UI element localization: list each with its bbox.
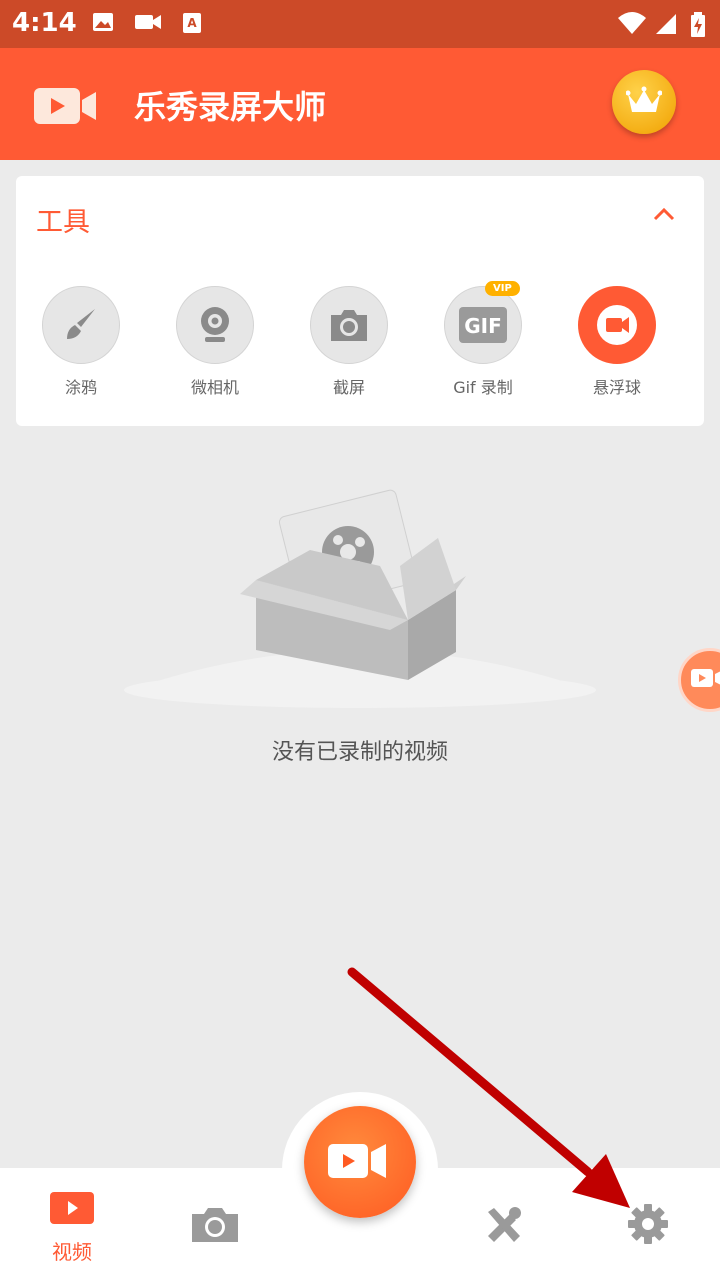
camera-icon [331, 310, 367, 341]
svg-text:A: A [187, 16, 197, 30]
settings-gear-icon [628, 1204, 668, 1244]
floating-record-icon [597, 305, 637, 345]
webcam-icon [201, 307, 229, 342]
battery-charging-icon [690, 12, 706, 42]
wifi-icon [616, 12, 648, 40]
status-time: 4:14 [12, 8, 77, 38]
tool-label: 涂鸦 [64, 378, 97, 397]
record-fab-button[interactable] [304, 1106, 416, 1218]
image-icon [92, 12, 114, 36]
crown-icon [626, 86, 662, 112]
text-icon: A [182, 12, 202, 38]
empty-box-film-icon [124, 489, 596, 708]
tools-tab-icon [488, 1207, 521, 1242]
nav-tab-settings[interactable] [626, 1202, 670, 1250]
tool-label: 微相机 [190, 378, 239, 397]
floating-video-icon [691, 669, 720, 687]
tool-label: 悬浮球 [592, 378, 641, 397]
nav-tab-tools[interactable] [484, 1206, 524, 1248]
nav-tab-label: 视频 [52, 1240, 92, 1264]
app-bar: 乐秀录屏大师 [0, 48, 720, 160]
tool-label: Gif 录制 [453, 378, 513, 397]
gif-icon: GIF [459, 307, 507, 343]
svg-text:GIF: GIF [464, 314, 502, 338]
tools-card: 工具 涂鸦 微相机 截屏 GIF VIP Gif 录制 悬浮球 [16, 176, 704, 426]
nav-tab-videos[interactable]: 视频 [42, 1190, 102, 1265]
signal-icon [654, 12, 678, 40]
brush-icon [67, 309, 95, 339]
vip-badge: VIP [485, 281, 520, 296]
tool-label: 截屏 [332, 378, 365, 397]
video-tab-icon [50, 1192, 94, 1224]
camera-tab-icon [192, 1208, 238, 1242]
status-bar: 4:14 A [0, 0, 720, 48]
tool-webcam[interactable]: 微相机 [160, 286, 270, 398]
tool-gif[interactable]: GIF VIP Gif 录制 [428, 281, 538, 398]
tool-floating-ball[interactable]: 悬浮球 [562, 286, 672, 398]
app-title: 乐秀录屏大师 [134, 88, 327, 126]
nav-tab-camera[interactable] [190, 1204, 240, 1248]
floating-record-ball[interactable] [678, 648, 720, 712]
video-camera-logo-icon [34, 86, 98, 130]
video-icon [134, 12, 162, 36]
tools-title: 工具 [36, 207, 90, 238]
empty-state-text: 没有已录制的视频 [271, 740, 448, 765]
tool-doodle[interactable]: 涂鸦 [26, 286, 136, 398]
vip-crown-button[interactable] [612, 70, 676, 134]
record-fab-icon [328, 1144, 386, 1178]
chevron-up-icon[interactable] [652, 206, 676, 226]
tool-screenshot[interactable]: 截屏 [294, 286, 404, 398]
